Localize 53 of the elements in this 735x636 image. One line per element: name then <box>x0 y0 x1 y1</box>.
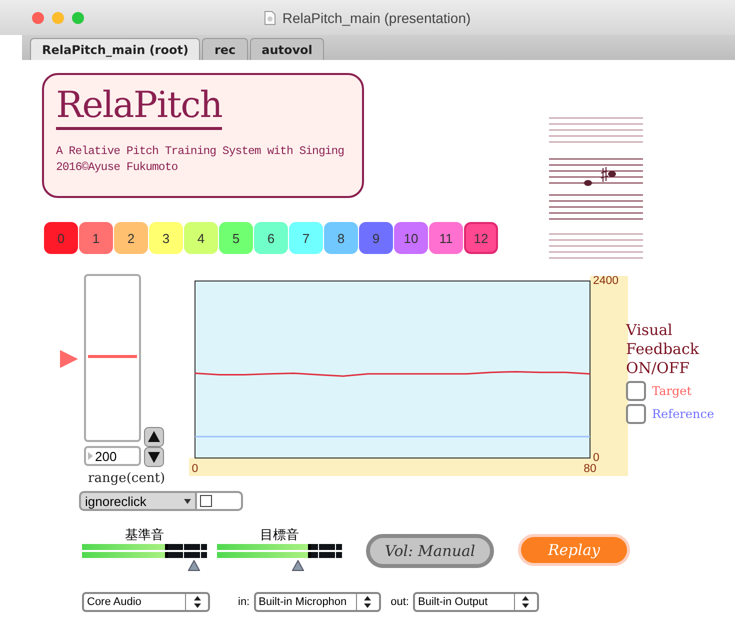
slider-thumb[interactable] <box>88 355 137 358</box>
input-label: in: <box>238 596 250 608</box>
ignoreclick-dropdown[interactable]: ignoreclick <box>79 491 197 511</box>
gain-handle[interactable] <box>188 560 200 571</box>
checkbox-label: Reference <box>652 407 714 421</box>
feedback-title: Visual Feedback ON/OFF <box>626 321 700 378</box>
zoom-icon[interactable] <box>72 12 84 24</box>
stepper-icon <box>364 596 372 608</box>
interval-button[interactable]: 11 <box>429 222 463 254</box>
checkbox-label: Target <box>652 384 692 398</box>
toggle-box[interactable] <box>197 491 243 511</box>
range-label: range(cent) <box>88 471 166 486</box>
caret-icon <box>184 498 191 504</box>
triangle-icon <box>88 452 93 460</box>
tab[interactable]: rec <box>202 38 248 60</box>
meter-label: 基準音 <box>125 526 164 544</box>
interval-button[interactable]: 12 <box>464 222 498 254</box>
checkbox[interactable] <box>626 404 646 424</box>
interval-button[interactable]: 5 <box>219 222 253 254</box>
input-dropdown[interactable]: Built-in Microphon <box>254 592 381 612</box>
axis-label: 80 <box>584 463 596 475</box>
gain-handle[interactable] <box>292 560 304 571</box>
interval-button[interactable]: 7 <box>289 222 323 254</box>
interval-button[interactable]: 3 <box>149 222 183 254</box>
output-label: out: <box>390 596 409 608</box>
interval-button[interactable]: 10 <box>394 222 428 254</box>
close-icon[interactable] <box>32 12 44 24</box>
meter-label: 目標音 <box>260 526 299 544</box>
number-field[interactable]: 200 <box>84 446 141 466</box>
stepper-icon <box>522 596 530 608</box>
stepper-icon <box>194 596 200 608</box>
tab[interactable]: RelaPitch_main (root) <box>30 38 200 60</box>
window-title: RelaPitch_main (presentation) <box>282 10 471 26</box>
subtitle: A Relative Pitch Training System with Singing <box>56 144 346 160</box>
app-title: RelaPitch <box>56 85 222 130</box>
volume-mode-button[interactable]: Vol: Manual <box>366 534 494 568</box>
document-icon <box>264 10 276 24</box>
driver-dropdown[interactable]: Core Audio <box>82 592 210 612</box>
pointer-icon <box>60 350 78 368</box>
interval-button[interactable]: 6 <box>254 222 288 254</box>
interval-button[interactable]: 4 <box>184 222 218 254</box>
interval-button[interactable]: 2 <box>114 222 148 254</box>
output-dropdown[interactable]: Built-in Output <box>412 592 539 612</box>
checkbox[interactable] <box>626 381 646 401</box>
interval-button[interactable]: 1 <box>79 222 113 254</box>
interval-button[interactable]: 8 <box>324 222 358 254</box>
tab[interactable]: autovol <box>250 38 324 60</box>
credit: 2016©Ayuse Fukumoto <box>56 160 179 176</box>
range-slider[interactable] <box>84 274 141 442</box>
checkbox[interactable] <box>200 495 212 507</box>
axis-label: 0 <box>192 463 198 475</box>
axis-label: 0 <box>593 452 600 464</box>
axis-label: 2400 <box>593 276 619 287</box>
